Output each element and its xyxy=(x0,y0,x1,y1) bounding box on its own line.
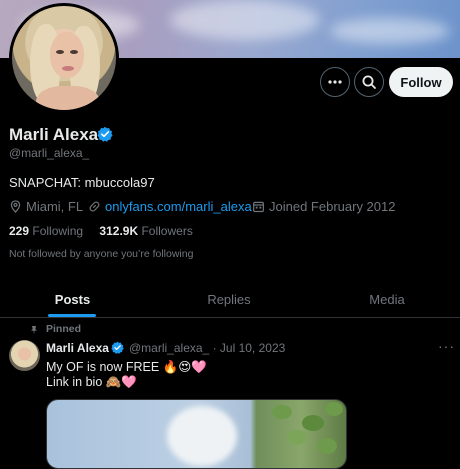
profile-avatar[interactable] xyxy=(9,3,119,113)
profile-stats: 229 Following 312.9K Followers xyxy=(9,224,193,238)
profile-joined: Joined February 2012 xyxy=(252,199,395,214)
tweet-date[interactable]: Jul 10, 2023 xyxy=(220,341,285,355)
pinned-label: Pinned xyxy=(46,323,82,335)
follow-button[interactable]: Follow xyxy=(389,67,453,97)
verified-badge-icon xyxy=(111,341,124,354)
tab-media[interactable]: Media xyxy=(313,281,460,317)
profile-location: Miami, FL xyxy=(9,199,83,214)
profile-name: Marli Alexa xyxy=(9,125,99,144)
tweet-media-image[interactable] xyxy=(46,399,347,469)
tweet-author-avatar[interactable] xyxy=(9,340,40,371)
tweet-author-handle[interactable]: @marli_alexa_ xyxy=(129,341,209,355)
website-link[interactable]: onlyfans.com/marli_alexa xyxy=(105,199,252,214)
following-count: 229 xyxy=(9,224,30,238)
profile-bio: SNAPCHAT: mbuccola97 xyxy=(9,175,155,190)
joined-text: Joined February 2012 xyxy=(269,199,396,214)
following-link[interactable]: 229 Following xyxy=(9,224,83,238)
tweet-author-name[interactable]: Marli Alexa xyxy=(46,341,109,355)
more-icon xyxy=(328,80,342,84)
search-button[interactable] xyxy=(354,67,384,97)
tweet-meta: @marli_alexa_ · Jul 10, 2023 xyxy=(129,341,285,355)
tweet-text-line-2: Link in bio 🙈🩷 xyxy=(46,375,137,389)
followers-count: 312.9K xyxy=(99,224,139,238)
active-tab-indicator xyxy=(48,314,96,317)
profile-tabs: Posts Replies Media xyxy=(0,281,460,318)
not-followed-notice: Not followed by anyone you’re following xyxy=(9,248,194,260)
pin-icon xyxy=(31,326,37,335)
profile-website[interactable]: onlyfans.com/marli_alexa xyxy=(88,199,252,214)
verified-badge-icon xyxy=(97,126,113,142)
link-icon xyxy=(89,201,100,212)
location-text: Miami, FL xyxy=(26,199,84,214)
followers-link[interactable]: 312.9K Followers xyxy=(99,224,192,238)
profile-handle: @marli_alexa_ xyxy=(9,146,90,160)
search-icon xyxy=(362,75,376,89)
location-icon xyxy=(10,200,21,213)
more-button[interactable] xyxy=(320,67,350,97)
followers-label: Followers xyxy=(141,224,193,238)
tab-replies[interactable]: Replies xyxy=(155,281,303,317)
following-label: Following xyxy=(32,224,84,238)
tab-posts[interactable]: Posts xyxy=(0,281,145,317)
tweet-more-button[interactable]: ··· xyxy=(438,338,455,354)
calendar-icon xyxy=(253,201,264,213)
tweet-text-line-1: My OF is now FREE 🔥😍🩷 xyxy=(46,360,207,374)
tweet-date-separator: · xyxy=(212,341,217,355)
